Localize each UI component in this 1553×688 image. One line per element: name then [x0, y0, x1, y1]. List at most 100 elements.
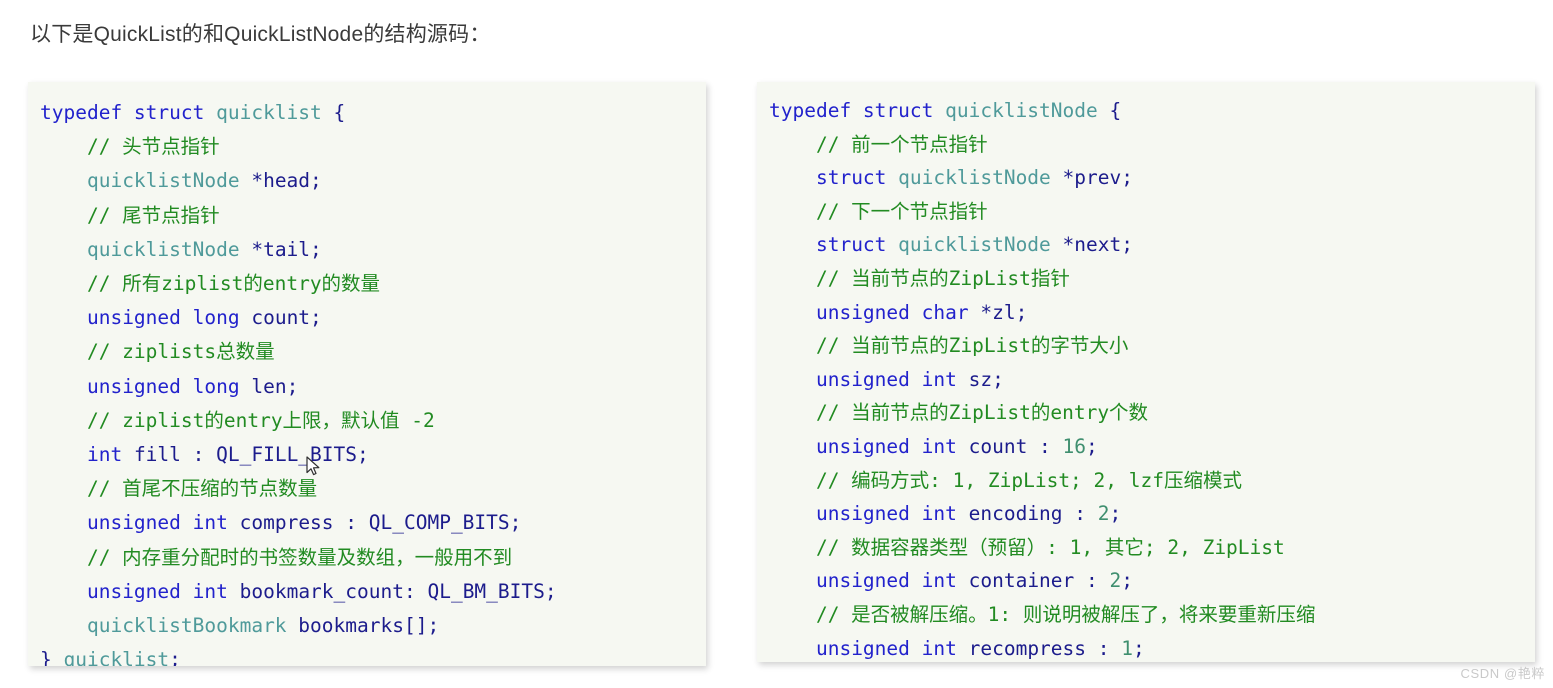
code-token-pun — [181, 511, 193, 534]
code-token-pun: { — [321, 101, 346, 124]
csdn-watermark: CSDN @艳粹 — [1460, 666, 1545, 681]
code-line: unsigned int bookmark_count: QL_BM_BITS; — [40, 575, 706, 609]
code-token-pun — [910, 569, 922, 592]
code-token-pun — [181, 375, 193, 398]
code-token-idn: bookmarks[]; — [286, 614, 440, 638]
code-token-kw: char — [921, 300, 969, 324]
code-token-pun — [910, 502, 922, 525]
code-token-kw: int — [921, 502, 957, 526]
code-token-idn: ; — [1109, 502, 1122, 526]
code-token-typ: quicklistNode — [86, 169, 240, 193]
code-token-pun — [769, 569, 816, 592]
code-token-pun: { — [1097, 99, 1122, 122]
code-line: unsigned long len; — [40, 370, 706, 404]
code-block-quicklistnode: typedef struct quicklistNode { // 前一个节点指… — [757, 82, 1535, 662]
code-token-kw: int — [192, 511, 228, 535]
code-token-typ: quicklistNode — [945, 99, 1098, 122]
code-block-quicklist: typedef struct quicklist { // 头节点指针 quic… — [28, 82, 706, 666]
code-token-cmt: // 是否被解压缩。1: 则说明被解压了，将来要重新压缩 — [769, 602, 1316, 626]
code-line: // 数据容器类型（预留）: 1, 其它; 2, ZipList — [769, 531, 1535, 565]
code-token-idn: ; — [1121, 569, 1133, 593]
code-token-kw: long — [192, 306, 240, 330]
code-token-pun — [769, 502, 816, 525]
code-line: quicklistNode *tail; — [40, 233, 706, 267]
code-token-idn: recompress : — [956, 636, 1122, 660]
code-token-kw: unsigned — [815, 367, 910, 391]
code-token-kw: typedef — [40, 101, 134, 124]
code-token-idn: *tail; — [239, 237, 322, 261]
code-line: unsigned char *zl; — [769, 296, 1535, 330]
code-line: unsigned int container : 2; — [769, 564, 1535, 598]
code-line: // 当前节点的ZipList指针 — [769, 262, 1535, 296]
code-token-num: 1 — [1121, 636, 1133, 660]
code-token-cmt: // 首尾不压缩的节点数量 — [40, 477, 318, 501]
code-line: quicklistNode *head; — [40, 164, 706, 198]
code-token-pun — [40, 443, 87, 466]
code-line: unsigned long count; — [40, 301, 706, 335]
code-line: struct quicklistNode *prev; — [769, 161, 1535, 195]
code-token-typ: quicklistNode — [86, 237, 240, 261]
code-token-pun: ; — [169, 648, 181, 666]
code-token-num: 2 — [1109, 569, 1122, 593]
code-token-idn: container : — [956, 569, 1110, 593]
code-token-idn: bookmark_count: — [227, 579, 428, 603]
code-token-kw: unsigned — [815, 502, 910, 526]
code-token-idn: fill : — [122, 443, 217, 467]
code-line: // 尾节点指针 — [40, 199, 706, 233]
code-token-idn: len; — [239, 374, 299, 398]
code-line: unsigned int count : 16; — [769, 430, 1535, 464]
code-token-kw: int — [921, 434, 957, 458]
code-token-cmt: // 所有ziplist的entry的数量 — [40, 272, 381, 296]
code-token-typ: quicklist — [216, 101, 322, 124]
code-token-pun — [769, 166, 816, 189]
code-token-idn: encoding : — [956, 502, 1098, 526]
code-line: // 是否被解压缩。1: 则说明被解压了，将来要重新压缩 — [769, 598, 1535, 632]
code-token-pun — [181, 580, 193, 603]
code-token-kw: int — [921, 636, 957, 660]
code-line: unsigned int compress : QL_COMP_BITS; — [40, 506, 706, 540]
code-token-kw: long — [192, 374, 240, 398]
code-line: // 内存重分配时的书签数量及数组，一般用不到 — [40, 541, 706, 575]
code-token-kw: unsigned — [86, 306, 181, 330]
code-token-pun — [769, 435, 816, 458]
code-token-kw: struct — [815, 233, 887, 257]
code-token-idn: *prev; — [1050, 166, 1133, 190]
code-token-kw: int — [86, 443, 123, 467]
code-token-kw: struct — [815, 166, 887, 190]
code-token-pun — [769, 637, 816, 660]
code-token-kw: unsigned — [86, 374, 181, 398]
code-token-cmt: // 当前节点的ZipList的字节大小 — [769, 334, 1129, 358]
code-token-typ: quicklistNode — [898, 166, 1051, 190]
code-token-idn: ; — [1133, 636, 1145, 660]
code-token-kw: unsigned — [815, 569, 910, 593]
code-token-kw: unsigned — [815, 636, 910, 660]
code-token-pun — [40, 580, 87, 603]
code-token-pun — [40, 511, 87, 534]
code-token-cmt: // ziplists总数量 — [40, 340, 275, 364]
code-token-pun — [40, 375, 87, 398]
code-content-quicklist[interactable]: typedef struct quicklist { // 头节点指针 quic… — [28, 82, 706, 666]
code-token-cmt: // 当前节点的ZipList的entry个数 — [769, 401, 1149, 425]
code-token-pun — [769, 301, 816, 324]
code-content-quicklistnode[interactable]: typedef struct quicklistNode { // 前一个节点指… — [757, 82, 1535, 662]
code-token-num: 16 — [1062, 434, 1087, 458]
code-token-kw: int — [192, 579, 228, 603]
code-line: // 首尾不压缩的节点数量 — [40, 472, 706, 506]
code-token-idn: count : — [956, 434, 1063, 458]
code-line: struct quicklistNode *next; — [769, 228, 1535, 262]
code-line: } quicklist; — [40, 643, 706, 666]
code-token-pun — [40, 169, 87, 192]
code-token-pun — [769, 368, 816, 391]
code-token-pun — [40, 306, 87, 329]
code-line: unsigned int encoding : 2; — [769, 497, 1535, 531]
code-token-idn: count; — [239, 306, 322, 330]
code-token-kw: unsigned — [815, 434, 910, 458]
code-line: // 当前节点的ZipList的字节大小 — [769, 329, 1535, 363]
code-token-kw: typedef — [769, 99, 863, 122]
code-line: unsigned int sz; — [769, 363, 1535, 397]
code-token-pun — [910, 368, 922, 391]
code-token-kw: struct — [133, 101, 217, 124]
code-token-mac: QL_BM_BITS; — [427, 579, 557, 603]
code-token-cmt: // 当前节点的ZipList指针 — [769, 266, 1070, 290]
code-line: // 头节点指针 — [40, 130, 706, 164]
